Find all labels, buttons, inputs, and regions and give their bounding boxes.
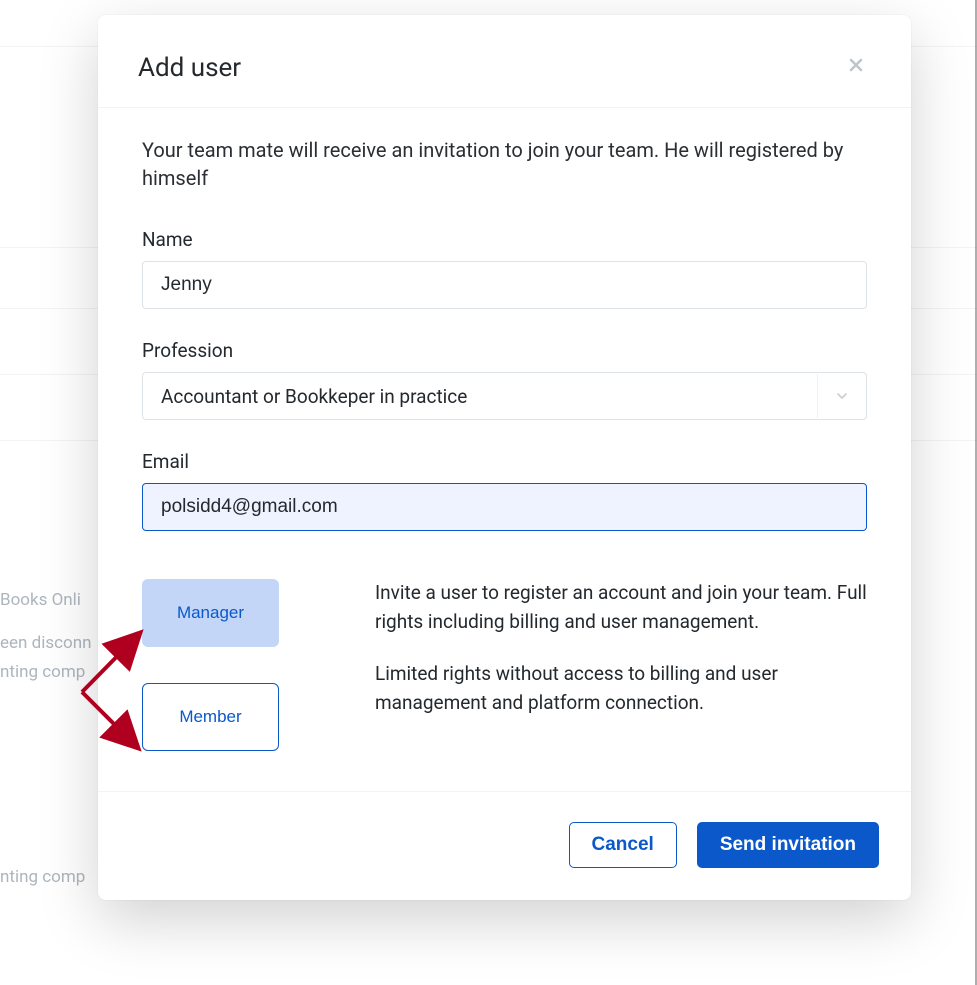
email-input[interactable] xyxy=(142,483,867,531)
manager-description: Invite a user to register an account and… xyxy=(375,579,867,636)
modal-title: Add user xyxy=(138,53,871,83)
modal-header: Add user xyxy=(98,15,911,108)
name-field: Name xyxy=(142,228,867,309)
role-section: Manager Member Invite a user to register… xyxy=(142,579,867,751)
role-member-button[interactable]: Member xyxy=(142,683,279,751)
role-manager-button[interactable]: Manager xyxy=(142,579,279,647)
close-button[interactable] xyxy=(843,53,869,79)
role-descriptions: Invite a user to register an account and… xyxy=(375,579,867,717)
member-description: Limited rights without access to billing… xyxy=(375,660,867,717)
modal-body: Your team mate will receive an invitatio… xyxy=(98,108,911,791)
cancel-button[interactable]: Cancel xyxy=(569,822,677,868)
chevron-down-icon xyxy=(817,374,865,418)
modal-backdrop: Add user Your team mate will receive an … xyxy=(0,0,977,985)
name-input[interactable] xyxy=(142,261,867,309)
intro-text: Your team mate will receive an invitatio… xyxy=(142,136,867,192)
name-label: Name xyxy=(142,228,867,251)
role-buttons: Manager Member xyxy=(142,579,279,751)
send-invitation-button[interactable]: Send invitation xyxy=(697,822,879,868)
profession-select[interactable]: Accountant or Bookkeper in practice xyxy=(142,372,867,420)
profession-label: Profession xyxy=(142,339,867,362)
modal-footer: Cancel Send invitation xyxy=(98,791,911,900)
email-field: Email xyxy=(142,450,867,531)
profession-field: Profession Accountant or Bookkeper in pr… xyxy=(142,339,867,420)
add-user-modal: Add user Your team mate will receive an … xyxy=(98,15,911,900)
close-icon xyxy=(846,55,866,75)
email-label: Email xyxy=(142,450,867,473)
